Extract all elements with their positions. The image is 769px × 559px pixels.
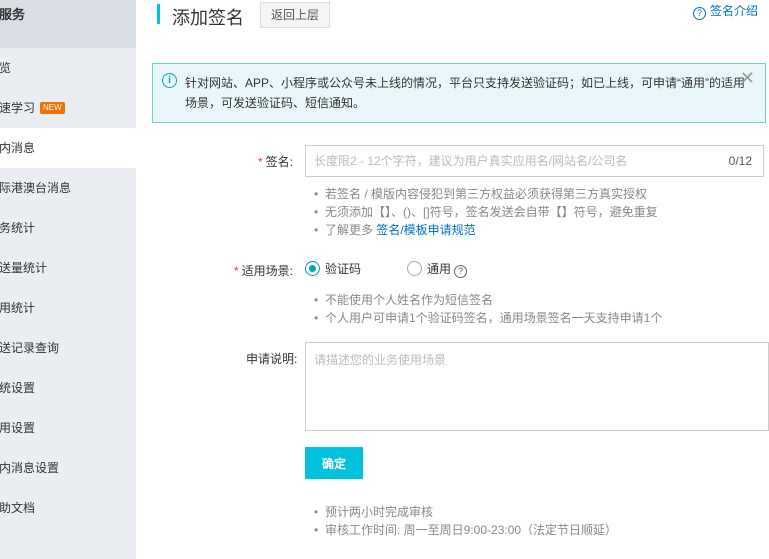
- sidebar-item-system-settings[interactable]: 统设置: [0, 368, 136, 408]
- sidebar-header-label: 服务: [0, 7, 26, 22]
- hint-item: 不能使用个人姓名作为短信签名: [314, 291, 662, 309]
- sidebar-item-quick-learn[interactable]: 速学习 NEW: [0, 88, 136, 128]
- sidebar-item-overview[interactable]: 览: [0, 48, 136, 88]
- spec-link[interactable]: 签名/模板申请规范: [376, 223, 475, 237]
- signature-intro-label: 签名介绍: [709, 4, 758, 18]
- review-hints: 预计两小时完成审核 审核工作时间: 周一至周日9:00-23:00（法定节日顺延…: [314, 503, 617, 539]
- question-circle-icon[interactable]: ?: [454, 265, 468, 278]
- signature-label: * 签名:: [258, 153, 293, 170]
- signature-input[interactable]: [306, 146, 763, 176]
- radio-unchecked-icon: [407, 261, 422, 276]
- sidebar-item-label: 送量统计: [0, 261, 48, 275]
- radio-general[interactable]: 通用?: [407, 260, 468, 278]
- description-label: 申请说明:: [246, 352, 298, 366]
- sidebar-item-label: 送记录查询: [0, 341, 60, 355]
- char-count: 0/12: [728, 154, 752, 168]
- back-button[interactable]: 返回上层: [260, 2, 331, 28]
- sidebar-item-help-docs[interactable]: 助文档: [0, 488, 136, 528]
- hint-more-prefix: 了解更多: [325, 223, 377, 237]
- sidebar-item-usage-stats[interactable]: 用统计: [0, 288, 136, 328]
- sidebar-item-label: 际港澳台消息: [0, 181, 72, 195]
- sidebar-item-domestic-message-settings[interactable]: 内消息设置: [0, 448, 136, 488]
- sidebar-item-label: 内消息设置: [0, 461, 60, 475]
- hint-item: 无须添加【】、()、[]符号，签名发送会自带【】符号，避免重复: [314, 203, 658, 221]
- scene-label: * 适用场景:: [234, 262, 293, 279]
- required-mark: *: [234, 264, 239, 278]
- radio-label: 验证码: [325, 262, 362, 276]
- sidebar-item-general-settings[interactable]: 用设置: [0, 408, 136, 448]
- info-circle-icon: i: [162, 73, 177, 88]
- title-accent-bar: [157, 4, 160, 24]
- scene-hints: 不能使用个人姓名作为短信签名 个人用户可申请1个验证码签名，通用场景签名一天支持…: [314, 291, 662, 327]
- close-icon[interactable]: ✕: [740, 68, 755, 88]
- radio-label: 通用: [427, 262, 452, 276]
- sidebar-item-business-stats[interactable]: 务统计: [0, 208, 136, 248]
- hint-item: 预计两小时完成审核: [314, 503, 617, 521]
- notice-banner: i 针对网站、APP、小程序或公众号未上线的情况，平台只支持发送验证码；如已上线…: [152, 63, 766, 123]
- sidebar-item-label: 速学习: [0, 101, 36, 115]
- description-textarea-wrapper: [305, 342, 769, 431]
- sidebar-item-domestic-messages[interactable]: 内消息: [0, 128, 136, 168]
- required-mark: *: [258, 155, 263, 169]
- sidebar: 服务 览 速学习 NEW 内消息 际港澳台消息 务统计 送量统计 用统计 送记录查…: [0, 0, 136, 559]
- hint-item: 了解更多 签名/模板申请规范: [314, 221, 658, 239]
- sidebar-item-label: 用设置: [0, 421, 36, 435]
- sidebar-item-send-record-query[interactable]: 送记录查询: [0, 328, 136, 368]
- confirm-button[interactable]: 确定: [305, 447, 363, 479]
- signature-input-wrapper: 0/12: [305, 145, 764, 177]
- sidebar-item-label: 览: [0, 61, 12, 75]
- sidebar-item-label: 统设置: [0, 381, 36, 395]
- page-header: 添加签名 返回上层 ? 签名介绍: [136, 0, 769, 34]
- sidebar-item-send-volume-stats[interactable]: 送量统计: [0, 248, 136, 288]
- question-circle-icon: ?: [692, 7, 706, 20]
- sidebar-item-international-messages[interactable]: 际港澳台消息: [0, 168, 136, 208]
- hint-item: 若签名 / 模版内容侵犯到第三方权益必须获得第三方真实授权: [314, 185, 658, 203]
- sidebar-item-label: 内消息: [0, 141, 36, 155]
- sidebar-item-label: 助文档: [0, 501, 36, 515]
- scene-label-text: 适用场景:: [241, 264, 294, 278]
- sidebar-item-label: 用统计: [0, 301, 36, 315]
- sidebar-item-label: 务统计: [0, 221, 36, 235]
- signature-label-text: 签名:: [265, 155, 294, 169]
- new-badge: NEW: [40, 101, 65, 114]
- hint-item: 个人用户可申请1个验证码签名，通用场景签名一天支持申请1个: [314, 309, 662, 327]
- hint-item: 审核工作时间: 周一至周日9:00-23:00（法定节日顺延）: [314, 521, 617, 539]
- signature-hints: 若签名 / 模版内容侵犯到第三方权益必须获得第三方真实授权 无须添加【】、()、…: [314, 185, 658, 239]
- sidebar-header: 服务: [0, 0, 136, 48]
- notice-text: 针对网站、APP、小程序或公众号未上线的情况，平台只支持发送验证码；如已上线，可…: [185, 76, 746, 110]
- page-title: 添加签名: [172, 8, 244, 28]
- signature-intro-link[interactable]: ? 签名介绍: [692, 2, 758, 20]
- radio-verification-code[interactable]: 验证码: [305, 260, 361, 277]
- radio-checked-icon: [305, 261, 320, 276]
- description-textarea[interactable]: [306, 343, 768, 430]
